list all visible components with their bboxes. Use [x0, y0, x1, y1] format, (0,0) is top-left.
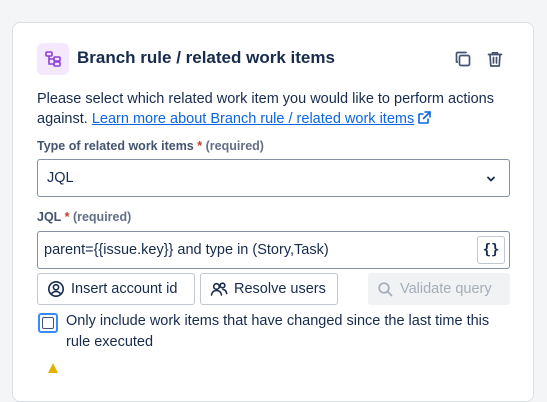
insert-account-id-button[interactable]: Insert account id — [37, 273, 195, 305]
smart-value-button[interactable]: {} — [477, 236, 505, 264]
copy-icon[interactable] — [453, 49, 473, 69]
panel-header: Branch rule / related work items — [37, 43, 509, 75]
jql-input[interactable]: parent={{issue.key}} and type in (Story,… — [37, 231, 510, 269]
required-text: (required) — [205, 139, 264, 153]
branch-rule-icon — [37, 43, 69, 75]
account-icon — [48, 281, 64, 297]
jql-field-label: JQL * (required) — [37, 210, 131, 224]
resolve-users-button[interactable]: Resolve users — [200, 273, 338, 305]
search-icon — [378, 281, 393, 296]
type-field-label-text: Type of related work items — [37, 139, 194, 153]
chevron-down-icon — [485, 172, 497, 190]
required-text: (required) — [72, 210, 132, 224]
users-icon — [210, 282, 228, 296]
type-select[interactable]: JQL — [37, 159, 510, 197]
validate-query-button[interactable]: Validate query — [368, 273, 510, 305]
panel-title: Branch rule / related work items — [77, 48, 335, 67]
description: Please select which related work item yo… — [37, 89, 517, 131]
resolve-users-label: Resolve users — [234, 281, 326, 297]
branch-rule-panel: Branch rule / related work items Please … — [12, 22, 534, 402]
type-select-value: JQL — [47, 170, 74, 186]
jql-field-label-text: JQL — [37, 210, 62, 224]
required-mark: * — [64, 210, 70, 224]
insert-account-id-label: Insert account id — [71, 281, 178, 297]
learn-more-link[interactable]: Learn more about Branch rule / related w… — [92, 111, 414, 127]
external-link-icon[interactable] — [417, 110, 432, 131]
jql-input-value[interactable]: parent={{issue.key}} and type in (Story,… — [44, 242, 329, 258]
validate-query-label: Validate query — [400, 281, 492, 297]
changed-items-checkbox-label[interactable]: Only include work items that have change… — [66, 311, 516, 353]
type-field-label: Type of related work items * (required) — [37, 139, 264, 153]
warning-icon — [47, 361, 59, 379]
trash-icon[interactable] — [485, 49, 505, 69]
required-mark: * — [197, 139, 203, 153]
changed-items-checkbox[interactable] — [38, 313, 58, 333]
